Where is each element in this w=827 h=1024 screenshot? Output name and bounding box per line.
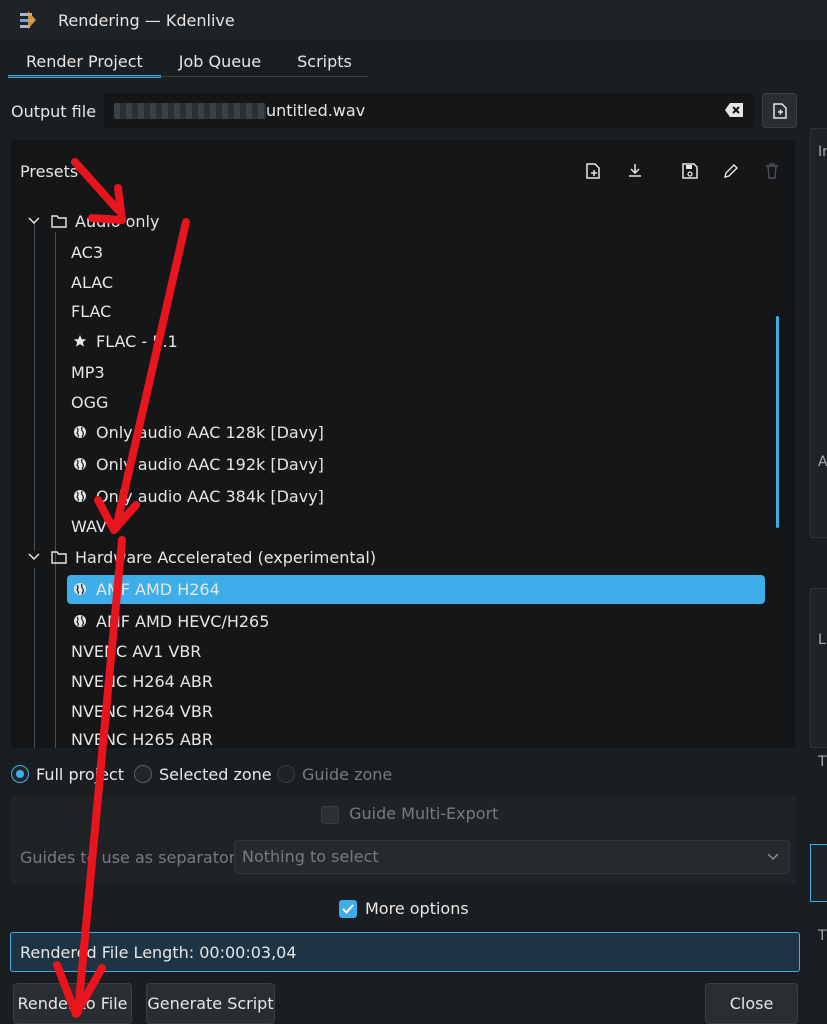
- file-open-icon: [772, 102, 787, 119]
- full-project-radio[interactable]: Full project: [11, 762, 124, 786]
- right-side-panel: Ir A L T T: [800, 78, 827, 1024]
- side-text-d: T: [818, 754, 827, 770]
- clear-text-icon[interactable]: [724, 102, 744, 118]
- tree-line: [55, 232, 56, 590]
- tab-bar: Render Project Job Queue Scripts: [8, 40, 370, 78]
- download-icon[interactable]: [624, 160, 646, 182]
- chevron-down-icon[interactable]: [25, 548, 43, 566]
- guide-export-panel: Guide Multi-Export Guides to use as sepa…: [11, 796, 796, 884]
- close-button[interactable]: Close: [705, 983, 798, 1024]
- guides-separator-label: Guides to use as separator:: [20, 848, 241, 867]
- folder-icon: [50, 548, 68, 566]
- output-file-label: Output file: [11, 102, 97, 121]
- generate-script-button[interactable]: Generate Script: [146, 983, 275, 1024]
- tree-item[interactable]: FLAC - 5.1: [71, 326, 178, 356]
- browse-file-button[interactable]: [762, 93, 797, 128]
- side-text-a: Ir: [818, 144, 827, 160]
- tree-scrollbar[interactable]: [776, 316, 779, 528]
- tab-divider: [8, 76, 368, 77]
- globe-icon: [71, 423, 89, 441]
- guides-separator-select: Nothing to select: [234, 840, 790, 874]
- guide-zone-radio: Guide zone: [277, 762, 392, 786]
- radio-indicator: [277, 765, 295, 783]
- title-bar: Rendering — Kdenlive: [0, 0, 827, 40]
- tree-line: [34, 221, 35, 551]
- edit-icon[interactable]: [720, 160, 742, 182]
- tree-item[interactable]: Only audio AAC 192k [Davy]: [71, 449, 324, 479]
- presets-panel: Presets Audio only AC3 ALAC FLAC FLAC - …: [11, 140, 795, 748]
- tree-group-hardware-accelerated[interactable]: Hardware Accelerated (experimental): [25, 542, 376, 572]
- radio-indicator[interactable]: [134, 765, 152, 783]
- tree-item[interactable]: FLAC: [71, 296, 111, 326]
- tree-item[interactable]: NVENC H265 ABR: [71, 724, 213, 749]
- output-file-input[interactable]: untitled.wav: [104, 93, 754, 128]
- redacted-path: [114, 103, 266, 119]
- delete-icon: [761, 160, 783, 182]
- group-label: Audio only: [75, 211, 160, 231]
- group-label: Hardware Accelerated (experimental): [75, 547, 377, 567]
- globe-icon: [71, 612, 89, 630]
- left-edge: [0, 78, 6, 1024]
- tree-item[interactable]: AMF AMD H264: [71, 574, 220, 604]
- tree-item[interactable]: ALAC: [71, 267, 113, 297]
- side-text-e: T: [818, 928, 827, 944]
- tree-line: [34, 568, 35, 748]
- side-text-b: A: [818, 454, 827, 470]
- side-box-1: [810, 128, 827, 538]
- rendered-file-length: Rendered File Length: 00:00:03,04: [10, 932, 800, 972]
- side-box-3: [810, 844, 827, 902]
- render-to-file-button[interactable]: Render to File: [13, 983, 132, 1024]
- globe-icon: [71, 487, 89, 505]
- tab-scripts[interactable]: Scripts: [279, 40, 370, 78]
- tree-line: [55, 567, 56, 748]
- side-box-2: [810, 588, 827, 748]
- folder-icon: [50, 212, 68, 230]
- globe-icon: [71, 455, 89, 473]
- guide-multi-export-checkbox: Guide Multi-Export: [321, 804, 498, 824]
- tree-item[interactable]: AMF AMD HEVC/H265: [71, 606, 269, 636]
- chevron-down-icon: [767, 853, 779, 861]
- checkbox-indicator[interactable]: [339, 899, 357, 918]
- tree-item[interactable]: NVENC H264 ABR: [71, 666, 213, 696]
- tree-item-selected[interactable]: WAV: [71, 511, 107, 541]
- globe-icon: [71, 580, 89, 598]
- tree-item[interactable]: MP3: [71, 357, 105, 387]
- selected-zone-radio[interactable]: Selected zone: [134, 762, 272, 786]
- output-file-value: untitled.wav: [266, 101, 366, 120]
- tree-item[interactable]: OGG: [71, 387, 108, 417]
- radio-indicator[interactable]: [11, 765, 29, 783]
- tab-job-queue[interactable]: Job Queue: [161, 40, 279, 78]
- new-preset-icon[interactable]: [582, 160, 604, 182]
- save-icon[interactable]: [679, 160, 701, 182]
- more-options-checkbox[interactable]: More options: [339, 899, 469, 918]
- tree-item[interactable]: AC3: [71, 237, 103, 267]
- window-title: Rendering — Kdenlive: [58, 10, 235, 30]
- kdenlive-icon: [20, 11, 36, 29]
- tree-item[interactable]: Only audio AAC 128k [Davy]: [71, 417, 324, 447]
- side-text-c: L: [818, 632, 826, 648]
- checkbox-indicator: [321, 805, 339, 824]
- tree-item[interactable]: NVENC H264 VBR: [71, 696, 213, 726]
- tree-item[interactable]: Only audio AAC 384k [Davy]: [71, 481, 324, 511]
- tab-render-project[interactable]: Render Project: [8, 40, 161, 78]
- presets-title: Presets: [20, 162, 79, 181]
- star-icon: [71, 332, 89, 350]
- tree-group-audio-only[interactable]: Audio only: [25, 206, 159, 236]
- chevron-down-icon[interactable]: [25, 212, 43, 230]
- tree-item[interactable]: NVENC AV1 VBR: [71, 636, 201, 666]
